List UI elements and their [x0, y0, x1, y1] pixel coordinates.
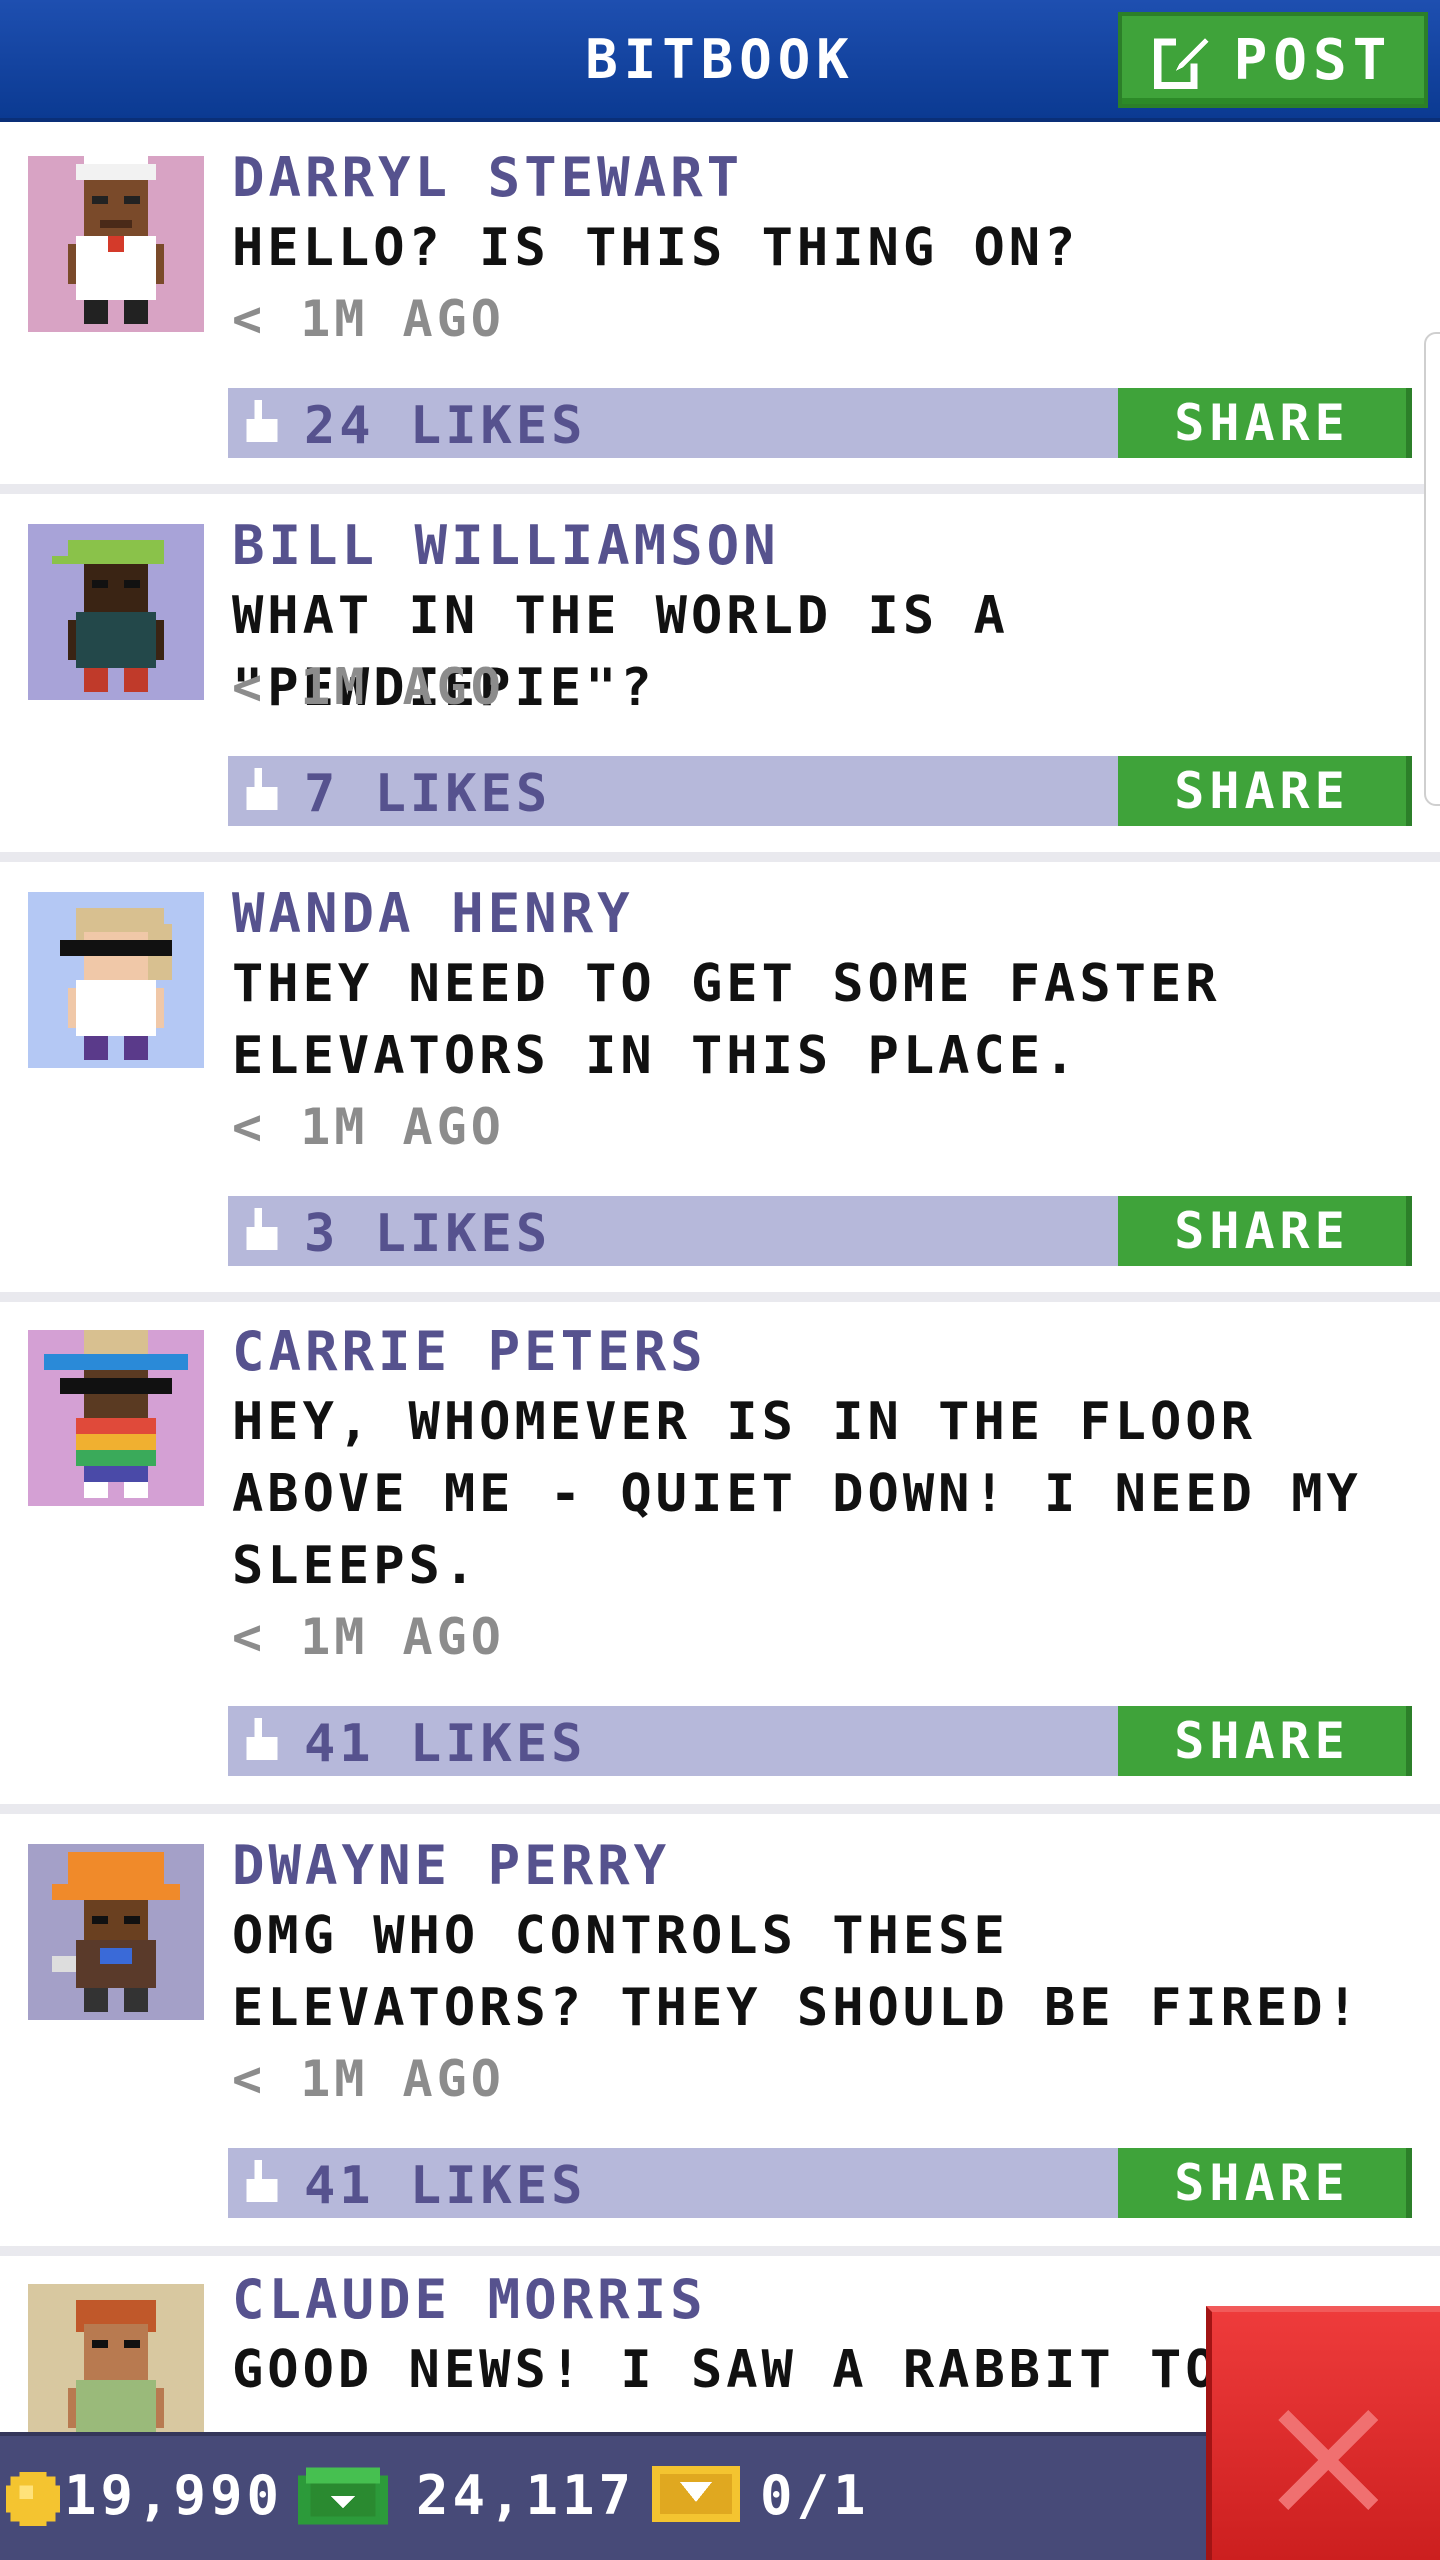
post-author[interactable]: DWAYNE PERRY	[232, 1834, 670, 1897]
avatar[interactable]	[28, 892, 204, 1068]
post-time: < 1M AGO	[232, 658, 505, 716]
post-message: THEY NEED TO GET SOME FASTER ELEVATORS I…	[232, 954, 1221, 1086]
post-message: GOOD NEWS! I SAW A RABBIT TOD	[232, 2340, 1232, 2400]
post-time: < 1M AGO	[232, 1098, 505, 1156]
share-button[interactable]: SHARE	[1118, 1196, 1412, 1266]
post-message: HEY, WHOMEVER IS IN THE FLOOR ABOVE ME -…	[232, 1392, 1362, 1596]
like-bar: 41 LIKES SHARE	[228, 1706, 1412, 1776]
like-count: 7 LIKES	[304, 764, 552, 824]
feed-post: CARRIE PETERS HEY, WHOMEVER IS IN THE FL…	[0, 1302, 1440, 1806]
divider	[0, 484, 1440, 494]
compose-icon	[1153, 34, 1208, 89]
bux-icon	[298, 2467, 388, 2525]
like-count: 41 LIKES	[304, 2156, 587, 2216]
post-time: < 1M AGO	[232, 2050, 505, 2108]
coins-count: 19,990	[64, 2464, 284, 2527]
post-time: < 1M AGO	[232, 1608, 505, 1666]
post-time: < 1M AGO	[232, 290, 505, 348]
thumbs-up-icon[interactable]	[242, 2160, 282, 2206]
like-bar: 7 LIKES SHARE	[228, 756, 1412, 826]
post-message: OMG WHO CONTROLS THESE ELEVATORS? THEY S…	[232, 1906, 1362, 2038]
like-count: 41 LIKES	[304, 1714, 587, 1774]
thumbs-up-icon[interactable]	[242, 768, 282, 814]
feed-post: DWAYNE PERRY OMG WHO CONTROLS THESE ELEV…	[0, 1814, 1440, 2250]
coin-icon	[6, 2472, 60, 2526]
post-author[interactable]: CLAUDE MORRIS	[232, 2268, 707, 2331]
like-bar: 41 LIKES SHARE	[228, 2148, 1412, 2218]
like-count: 3 LIKES	[304, 1204, 552, 1264]
divider	[0, 1804, 1440, 1814]
like-bar: 24 LIKES SHARE	[228, 388, 1412, 458]
avatar[interactable]	[28, 156, 204, 332]
post-message: HELLO? IS THIS THING ON?	[232, 218, 1080, 278]
avatar[interactable]	[28, 1330, 204, 1506]
share-button[interactable]: SHARE	[1118, 1706, 1412, 1776]
thumbs-up-icon[interactable]	[242, 1718, 282, 1764]
thumbs-up-icon[interactable]	[242, 1208, 282, 1254]
share-button[interactable]: SHARE	[1118, 756, 1412, 826]
avatar[interactable]	[28, 1844, 204, 2020]
avatar[interactable]	[28, 2284, 204, 2432]
feed-post: BILL WILLIAMSON WHAT IN THE WORLD IS A "…	[0, 494, 1440, 854]
divider	[0, 1292, 1440, 1302]
post-author[interactable]: DARRYL STEWART	[232, 146, 743, 209]
feed-post: DARRYL STEWART HELLO? IS THIS THING ON? …	[0, 122, 1440, 490]
share-button[interactable]: SHARE	[1118, 388, 1412, 458]
share-button[interactable]: SHARE	[1118, 2148, 1412, 2218]
bux-count: 24,117	[416, 2464, 636, 2527]
tickets-count: 0/1	[760, 2464, 870, 2527]
close-button[interactable]	[1206, 2306, 1440, 2560]
post-author[interactable]: WANDA HENRY	[232, 882, 634, 945]
thumbs-up-icon[interactable]	[242, 400, 282, 446]
ticket-icon	[652, 2466, 740, 2522]
divider	[0, 2246, 1440, 2256]
divider	[0, 852, 1440, 862]
post-button[interactable]: POST	[1118, 12, 1428, 108]
avatar[interactable]	[28, 524, 204, 700]
post-author[interactable]: CARRIE PETERS	[232, 1320, 707, 1383]
app-header: BITBOOK POST	[0, 0, 1440, 122]
close-icon	[1278, 2410, 1378, 2510]
like-count: 24 LIKES	[304, 396, 587, 456]
post-button-label: POST	[1233, 27, 1393, 93]
scroll-tab[interactable]	[1424, 332, 1440, 806]
feed[interactable]: DARRYL STEWART HELLO? IS THIS THING ON? …	[0, 122, 1440, 2432]
post-author[interactable]: BILL WILLIAMSON	[232, 514, 780, 577]
like-bar: 3 LIKES SHARE	[228, 1196, 1412, 1266]
feed-post: WANDA HENRY THEY NEED TO GET SOME FASTER…	[0, 862, 1440, 1296]
